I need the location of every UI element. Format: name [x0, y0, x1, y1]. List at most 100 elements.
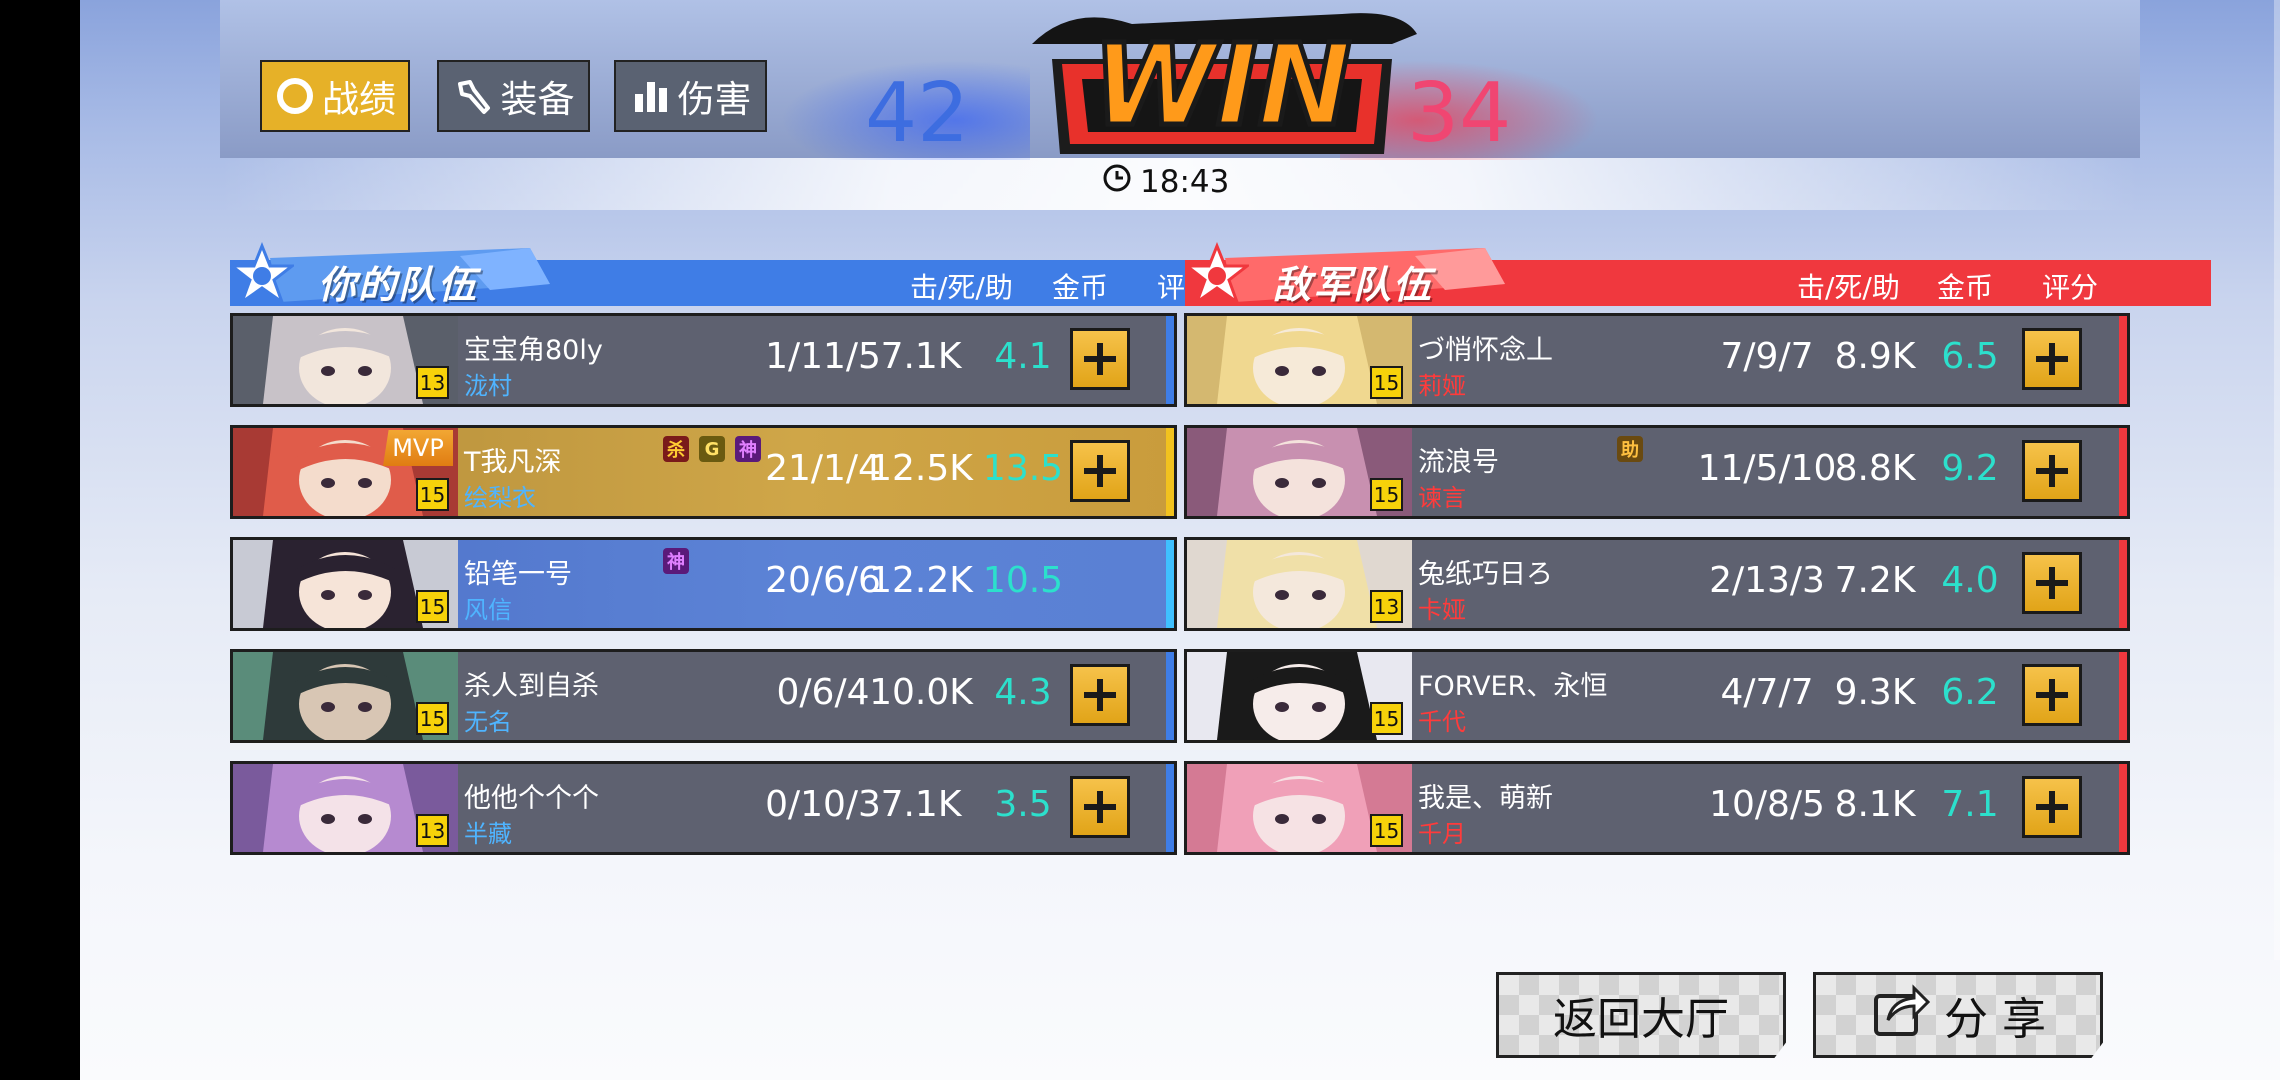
ally-team-header: 你的队伍 击/死/助 金币 评分: [230, 242, 1255, 307]
match-clock: 18:43: [1102, 163, 1229, 201]
player-kda: 11/5/10: [1697, 448, 1837, 489]
enemy-player-row: 15 我是、萌新 千月 10/8/5 8.1K 7.1: [1184, 761, 2130, 855]
ally-gold-header: 金币: [1052, 271, 1109, 304]
add-friend-button[interactable]: [2022, 776, 2082, 838]
hero-name: 谏言: [1418, 484, 1466, 512]
back-to-lobby-label: 返回大厅: [1553, 994, 1729, 1045]
enemy-team-header: 敌军队伍 击/死/助 金币 评分: [1185, 242, 2211, 307]
player-name: 我是、萌新: [1418, 783, 1553, 814]
player-rating: 6.2: [1941, 672, 1999, 713]
achievement-badge: 神: [663, 548, 689, 574]
hero-name: 风信: [464, 596, 512, 624]
player-name: 他他个个个: [464, 783, 599, 814]
player-rating: 6.5: [1941, 336, 1999, 377]
row-edge: [2119, 540, 2127, 628]
add-friend-button[interactable]: [2022, 440, 2082, 502]
row-edge: [1166, 652, 1174, 740]
enemy-player-row: 15 FORVER、永恒 千代 4/7/7 9.3K 6.2: [1184, 649, 2130, 743]
player-name: 铅笔一号: [464, 559, 572, 590]
plus-icon: [1084, 679, 1116, 711]
tab-record-label: 战绩: [322, 78, 396, 121]
player-rating: 4.0: [1941, 560, 1999, 601]
tab-equipment[interactable]: 装备: [437, 60, 590, 132]
enemy-kda-header: 击/死/助: [1797, 271, 1900, 304]
hero-name: 绘梨衣: [464, 484, 536, 512]
row-edge: [2119, 652, 2127, 740]
player-name: FORVER、永恒: [1418, 671, 1608, 702]
wrench-icon: [453, 75, 495, 117]
add-friend-button[interactable]: [2022, 552, 2082, 614]
share-label: 分 享: [1944, 994, 2046, 1045]
ally-player-row: 13 他他个个个 半藏 0/10/3 7.1K 3.5: [230, 761, 1177, 855]
enemy-player-row: 15 づ悄怀念丄莉娅 7/9/7 8.9K 6.5: [1184, 313, 2130, 407]
hero-level: 15: [1370, 366, 1403, 399]
share-button[interactable]: 分 享: [1813, 972, 2103, 1058]
hero-level: 15: [416, 702, 449, 735]
hero-level: 15: [416, 478, 449, 511]
player-gold: 8.1K: [1834, 784, 1916, 825]
win-text: WIN: [1093, 21, 1352, 151]
player-kda: 2/13/3: [1709, 560, 1825, 601]
player-rating: 3.5: [994, 784, 1052, 825]
add-friend-button[interactable]: [1070, 328, 1130, 390]
add-friend-button[interactable]: [1070, 440, 1130, 502]
row-edge: [1166, 540, 1174, 628]
win-logo: WIN: [1032, 13, 1417, 154]
plus-icon: [1084, 791, 1116, 823]
player-name: づ悄怀念丄: [1418, 335, 1553, 366]
player-gold: 7.1K: [880, 336, 962, 377]
player-gold: 8.8K: [1834, 448, 1916, 489]
ally-team-title: 你的队伍: [318, 263, 479, 307]
add-friend-button[interactable]: [1070, 664, 1130, 726]
player-gold: 10.0K: [869, 672, 973, 713]
hero-level: 15: [416, 590, 449, 623]
enemy-gold-header: 金币: [1937, 271, 1994, 304]
row-edge: [1166, 764, 1174, 852]
enemy-team-title: 敌军队伍: [1273, 263, 1434, 307]
player-name: 宝宝角80ly: [464, 335, 603, 366]
tab-record[interactable]: 战绩: [260, 60, 410, 132]
achievement-badge: G: [699, 436, 725, 462]
hero-name: 莉娅: [1418, 372, 1466, 400]
player-kda: 4/7/7: [1720, 672, 1814, 713]
row-edge: [1166, 316, 1174, 404]
hero-level: 13: [416, 814, 449, 847]
hero-level: 15: [1370, 814, 1403, 847]
plus-icon: [2036, 679, 2068, 711]
hero-name: 泷村: [464, 372, 512, 400]
enemy-rating-header: 评分: [2042, 271, 2099, 304]
hero-name: 千月: [1418, 820, 1466, 848]
add-friend-button[interactable]: [1070, 776, 1130, 838]
clock-icon: [1102, 163, 1132, 201]
hero-level: 13: [1370, 590, 1403, 623]
player-name: 兔纸巧日ろ: [1418, 559, 1553, 590]
back-to-lobby-button[interactable]: 返回大厅: [1496, 972, 1786, 1058]
player-gold: 12.5K: [869, 448, 973, 489]
row-edge: [2119, 428, 2127, 516]
row-edge: [2119, 764, 2127, 852]
player-gold: 7.2K: [1834, 560, 1916, 601]
add-friend-button[interactable]: [2022, 328, 2082, 390]
ally-kda-header: 击/死/助: [910, 271, 1013, 304]
tab-damage[interactable]: 伤害: [614, 60, 767, 132]
enemy-player-row: 13 兔纸巧日ろ 卡娅 2/13/3 7.2K 4.0: [1184, 537, 2130, 631]
hero-level: 15: [1370, 702, 1403, 735]
player-gold: 12.2K: [869, 560, 973, 601]
hero-name: 千代: [1418, 708, 1466, 736]
player-kda: 7/9/7: [1720, 336, 1814, 377]
add-friend-button[interactable]: [2022, 664, 2082, 726]
player-rating: 4.3: [994, 672, 1052, 713]
achievement-badge: 杀: [663, 436, 689, 462]
mvp-badge: MVP: [383, 430, 453, 466]
row-edge: [1166, 428, 1174, 516]
bar-chart-icon: [630, 75, 672, 117]
ally-player-row: 15 铅笔一号 风信神 20/6/6 12.2K 10.5: [230, 537, 1177, 631]
ally-score: 42: [865, 66, 970, 161]
player-gold: 8.9K: [1834, 336, 1916, 377]
plus-icon: [2036, 567, 2068, 599]
star-icon: [1185, 242, 1249, 306]
plus-icon: [1084, 343, 1116, 375]
row-edge: [2119, 316, 2127, 404]
hero-name: 无名: [464, 708, 512, 736]
tab-equipment-label: 装备: [500, 78, 575, 121]
